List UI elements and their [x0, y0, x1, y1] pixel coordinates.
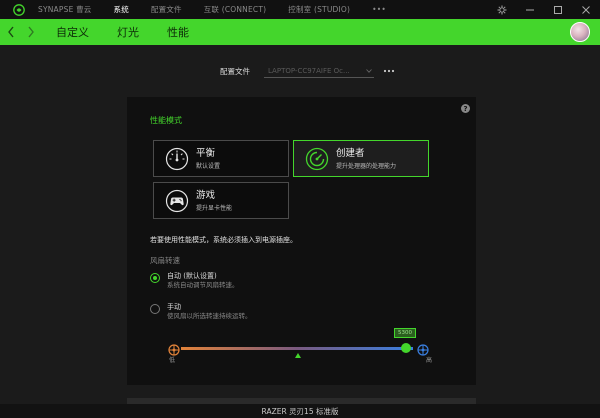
- mode-desc-creator: 提升处理器的处理能力: [336, 162, 397, 170]
- mode-desc-balanced: 默认设置: [196, 162, 221, 170]
- window-controls: [488, 0, 600, 19]
- chevron-down-icon: [364, 68, 374, 73]
- gauge-icon: [164, 146, 190, 172]
- fan-manual-label: 手动: [167, 303, 181, 311]
- profile-dropdown-value: LAPTOP-CC97AIFE Oc...: [268, 66, 350, 75]
- mode-card-creator[interactable]: 创建者 提升处理器的处理能力: [293, 140, 429, 177]
- sub-nav: 自定义 灯光 性能: [56, 24, 217, 40]
- slider-thumb[interactable]: [401, 343, 412, 353]
- fan-speed-slider[interactable]: 5300 低 高: [167, 325, 442, 365]
- power-note: 若要使用性能模式，系统必须插入到电源插座。: [150, 236, 297, 244]
- profile-label: 配置文件: [220, 67, 250, 76]
- mode-name-gaming: 游戏: [196, 189, 216, 201]
- title-bar: SYNAPSE 曹云 系统 配置文件 互联 (CONNECT) 控制室 (STU…: [0, 0, 600, 19]
- maximize-icon[interactable]: [544, 0, 572, 19]
- close-icon[interactable]: [572, 0, 600, 19]
- back-chevron-icon[interactable]: [4, 19, 18, 45]
- nav-connect[interactable]: 互联 (CONNECT): [204, 4, 267, 15]
- nav-profiles[interactable]: 配置文件: [151, 4, 182, 15]
- tab-lighting[interactable]: 灯光: [117, 24, 139, 40]
- nav-more-icon[interactable]: •••: [372, 5, 386, 14]
- mode-card-balanced[interactable]: 平衡 默认设置: [153, 140, 289, 177]
- creator-icon: [304, 146, 330, 172]
- slider-midpoint-marker: [295, 353, 301, 358]
- user-avatar[interactable]: [570, 22, 590, 42]
- fan-speed-title: 风扇转速: [150, 256, 180, 265]
- fan-auto-label: 自动 (默认设置): [167, 272, 217, 280]
- fan-slow-icon: [168, 341, 180, 356]
- help-icon[interactable]: ?: [461, 104, 470, 113]
- top-nav: SYNAPSE 曹云 系统 配置文件 互联 (CONNECT) 控制室 (STU…: [38, 0, 408, 19]
- mode-name-balanced: 平衡: [196, 147, 216, 159]
- minimize-icon[interactable]: [516, 0, 544, 19]
- forward-chevron-icon[interactable]: [24, 19, 38, 45]
- device-name: RAZER 灵刃15 标准版: [261, 406, 339, 416]
- fan-option-manual[interactable]: 手动 使风扇以所选转速持续运转。: [150, 303, 252, 321]
- nav-system[interactable]: 系统: [114, 4, 129, 15]
- profile-dropdown[interactable]: LAPTOP-CC97AIFE Oc...: [264, 64, 374, 78]
- slider-track[interactable]: [181, 347, 413, 350]
- fan-option-auto[interactable]: 自动 (默认设置) 系统自动调节风扇转速。: [150, 272, 239, 290]
- gamepad-icon: [164, 188, 190, 214]
- profile-more-options-icon[interactable]: [382, 65, 396, 77]
- razer-logo-icon[interactable]: [0, 0, 38, 19]
- mode-name-creator: 创建者: [336, 147, 365, 159]
- nav-studio[interactable]: 控制室 (STUDIO): [288, 4, 350, 15]
- fan-fast-icon: [417, 341, 429, 356]
- tab-performance[interactable]: 性能: [167, 24, 189, 40]
- radio-manual[interactable]: [150, 304, 160, 314]
- mode-desc-gaming: 提升显卡性能: [196, 204, 233, 212]
- mode-card-gaming[interactable]: 游戏 提升显卡性能: [153, 182, 289, 219]
- nav-synapse-cloud[interactable]: SYNAPSE 曹云: [38, 4, 92, 15]
- slider-min-label: 低: [169, 357, 176, 364]
- tab-customize[interactable]: 自定义: [56, 24, 89, 40]
- profile-row: 配置文件 LAPTOP-CC97AIFE Oc...: [0, 63, 600, 79]
- fan-speed-value-badge: 5300: [394, 328, 417, 338]
- settings-gear-icon[interactable]: [488, 0, 516, 19]
- fan-auto-desc: 系统自动调节风扇转速。: [167, 281, 239, 289]
- fan-manual-desc: 使风扇以所选转速持续运转。: [167, 312, 252, 320]
- section-tab-bar: 自定义 灯光 性能: [0, 19, 600, 45]
- radio-auto[interactable]: [150, 273, 160, 283]
- performance-mode-title: 性能模式: [150, 116, 182, 125]
- slider-max-label: 高: [426, 357, 433, 364]
- performance-panel: ? 性能模式 平衡 默认设置 创建者 提升处理器的处理能力 游戏 提升显卡性能 …: [127, 97, 476, 385]
- device-footer: RAZER 灵刃15 标准版: [0, 404, 600, 418]
